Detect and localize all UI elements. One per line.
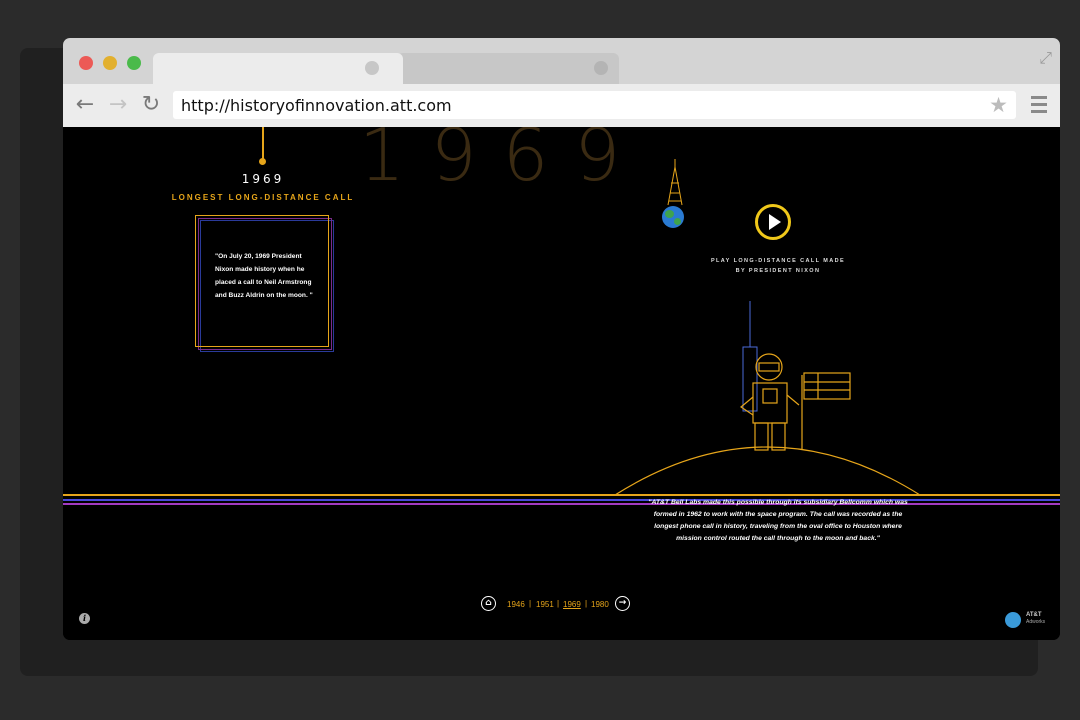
background-year: 1969 xyxy=(359,127,647,197)
play-call-button[interactable] xyxy=(755,204,791,240)
play-caption: PLAY LONG-DISTANCE CALL MADE BY PRESIDEN… xyxy=(683,256,873,276)
pager-separator: | xyxy=(557,599,560,608)
expand-icon[interactable]: ⤢ xyxy=(1039,48,1052,68)
timeline-rule-gold xyxy=(63,494,1060,496)
radio-tower-icon xyxy=(667,159,683,206)
star-icon[interactable]: ★ xyxy=(989,93,1008,117)
pager-year-1951[interactable]: 1951 xyxy=(536,600,554,609)
url-text[interactable]: http://historyofinnovation.att.com xyxy=(181,96,452,115)
home-icon[interactable]: ⌂ xyxy=(481,596,496,611)
maximize-window-button[interactable] xyxy=(127,56,141,70)
play-caption-line-2: BY PRESIDENT NIXON xyxy=(735,268,821,274)
browser-window: ⤢ ← → ↻ http://historyofinnovation.att.c… xyxy=(63,38,1060,640)
play-icon xyxy=(769,214,781,230)
pager-separator: | xyxy=(585,599,588,608)
quote-card: "On July 20, 1969 President Nixon made h… xyxy=(195,215,329,347)
quote-text: "On July 20, 1969 President Nixon made h… xyxy=(215,253,313,299)
browser-tab-1[interactable] xyxy=(153,53,403,84)
timeline-stem xyxy=(262,127,264,159)
pager-year-1946[interactable]: 1946 xyxy=(507,600,525,609)
browser-tab-2[interactable] xyxy=(397,53,619,84)
reload-icon[interactable]: ↻ xyxy=(140,94,162,116)
pager-year-1969[interactable]: 1969 xyxy=(563,600,581,609)
timeline-dot xyxy=(259,158,266,165)
logo-line-2: Adworks xyxy=(1026,619,1046,625)
browser-chrome: ⤢ ← → ↻ http://historyofinnovation.att.c… xyxy=(63,38,1060,127)
back-icon[interactable]: ← xyxy=(74,94,96,116)
event-title: LONGEST LONG-DISTANCE CALL xyxy=(171,193,355,202)
minimize-window-button[interactable] xyxy=(103,56,117,70)
browser-toolbar: ← → ↻ http://historyofinnovation.att.com… xyxy=(63,84,1060,127)
tab-favicon xyxy=(365,61,379,75)
pager-separator: | xyxy=(529,599,532,608)
tab-favicon xyxy=(594,61,608,75)
menu-icon[interactable] xyxy=(1031,96,1047,117)
earth-icon xyxy=(662,206,684,228)
address-bar[interactable]: http://historyofinnovation.att.com ★ xyxy=(173,91,1016,119)
pager-year-1980[interactable]: 1980 xyxy=(591,600,609,609)
info-icon[interactable]: i xyxy=(79,613,90,624)
play-caption-line-1: PLAY LONG-DISTANCE CALL MADE xyxy=(710,258,846,264)
forward-icon[interactable]: → xyxy=(107,94,129,116)
logo-line-1: AT&T xyxy=(1026,612,1042,618)
next-arrow-icon[interactable]: → xyxy=(615,596,630,611)
astronaut-illustration xyxy=(614,301,921,496)
event-description: "AT&T Bell Labs made this possible throu… xyxy=(648,499,908,542)
att-globe-icon xyxy=(1005,612,1021,628)
page-content: 1969 1969 LONGEST LONG-DISTANCE CALL "On… xyxy=(63,127,1060,640)
close-window-button[interactable] xyxy=(79,56,93,70)
event-year: 1969 xyxy=(241,172,285,186)
